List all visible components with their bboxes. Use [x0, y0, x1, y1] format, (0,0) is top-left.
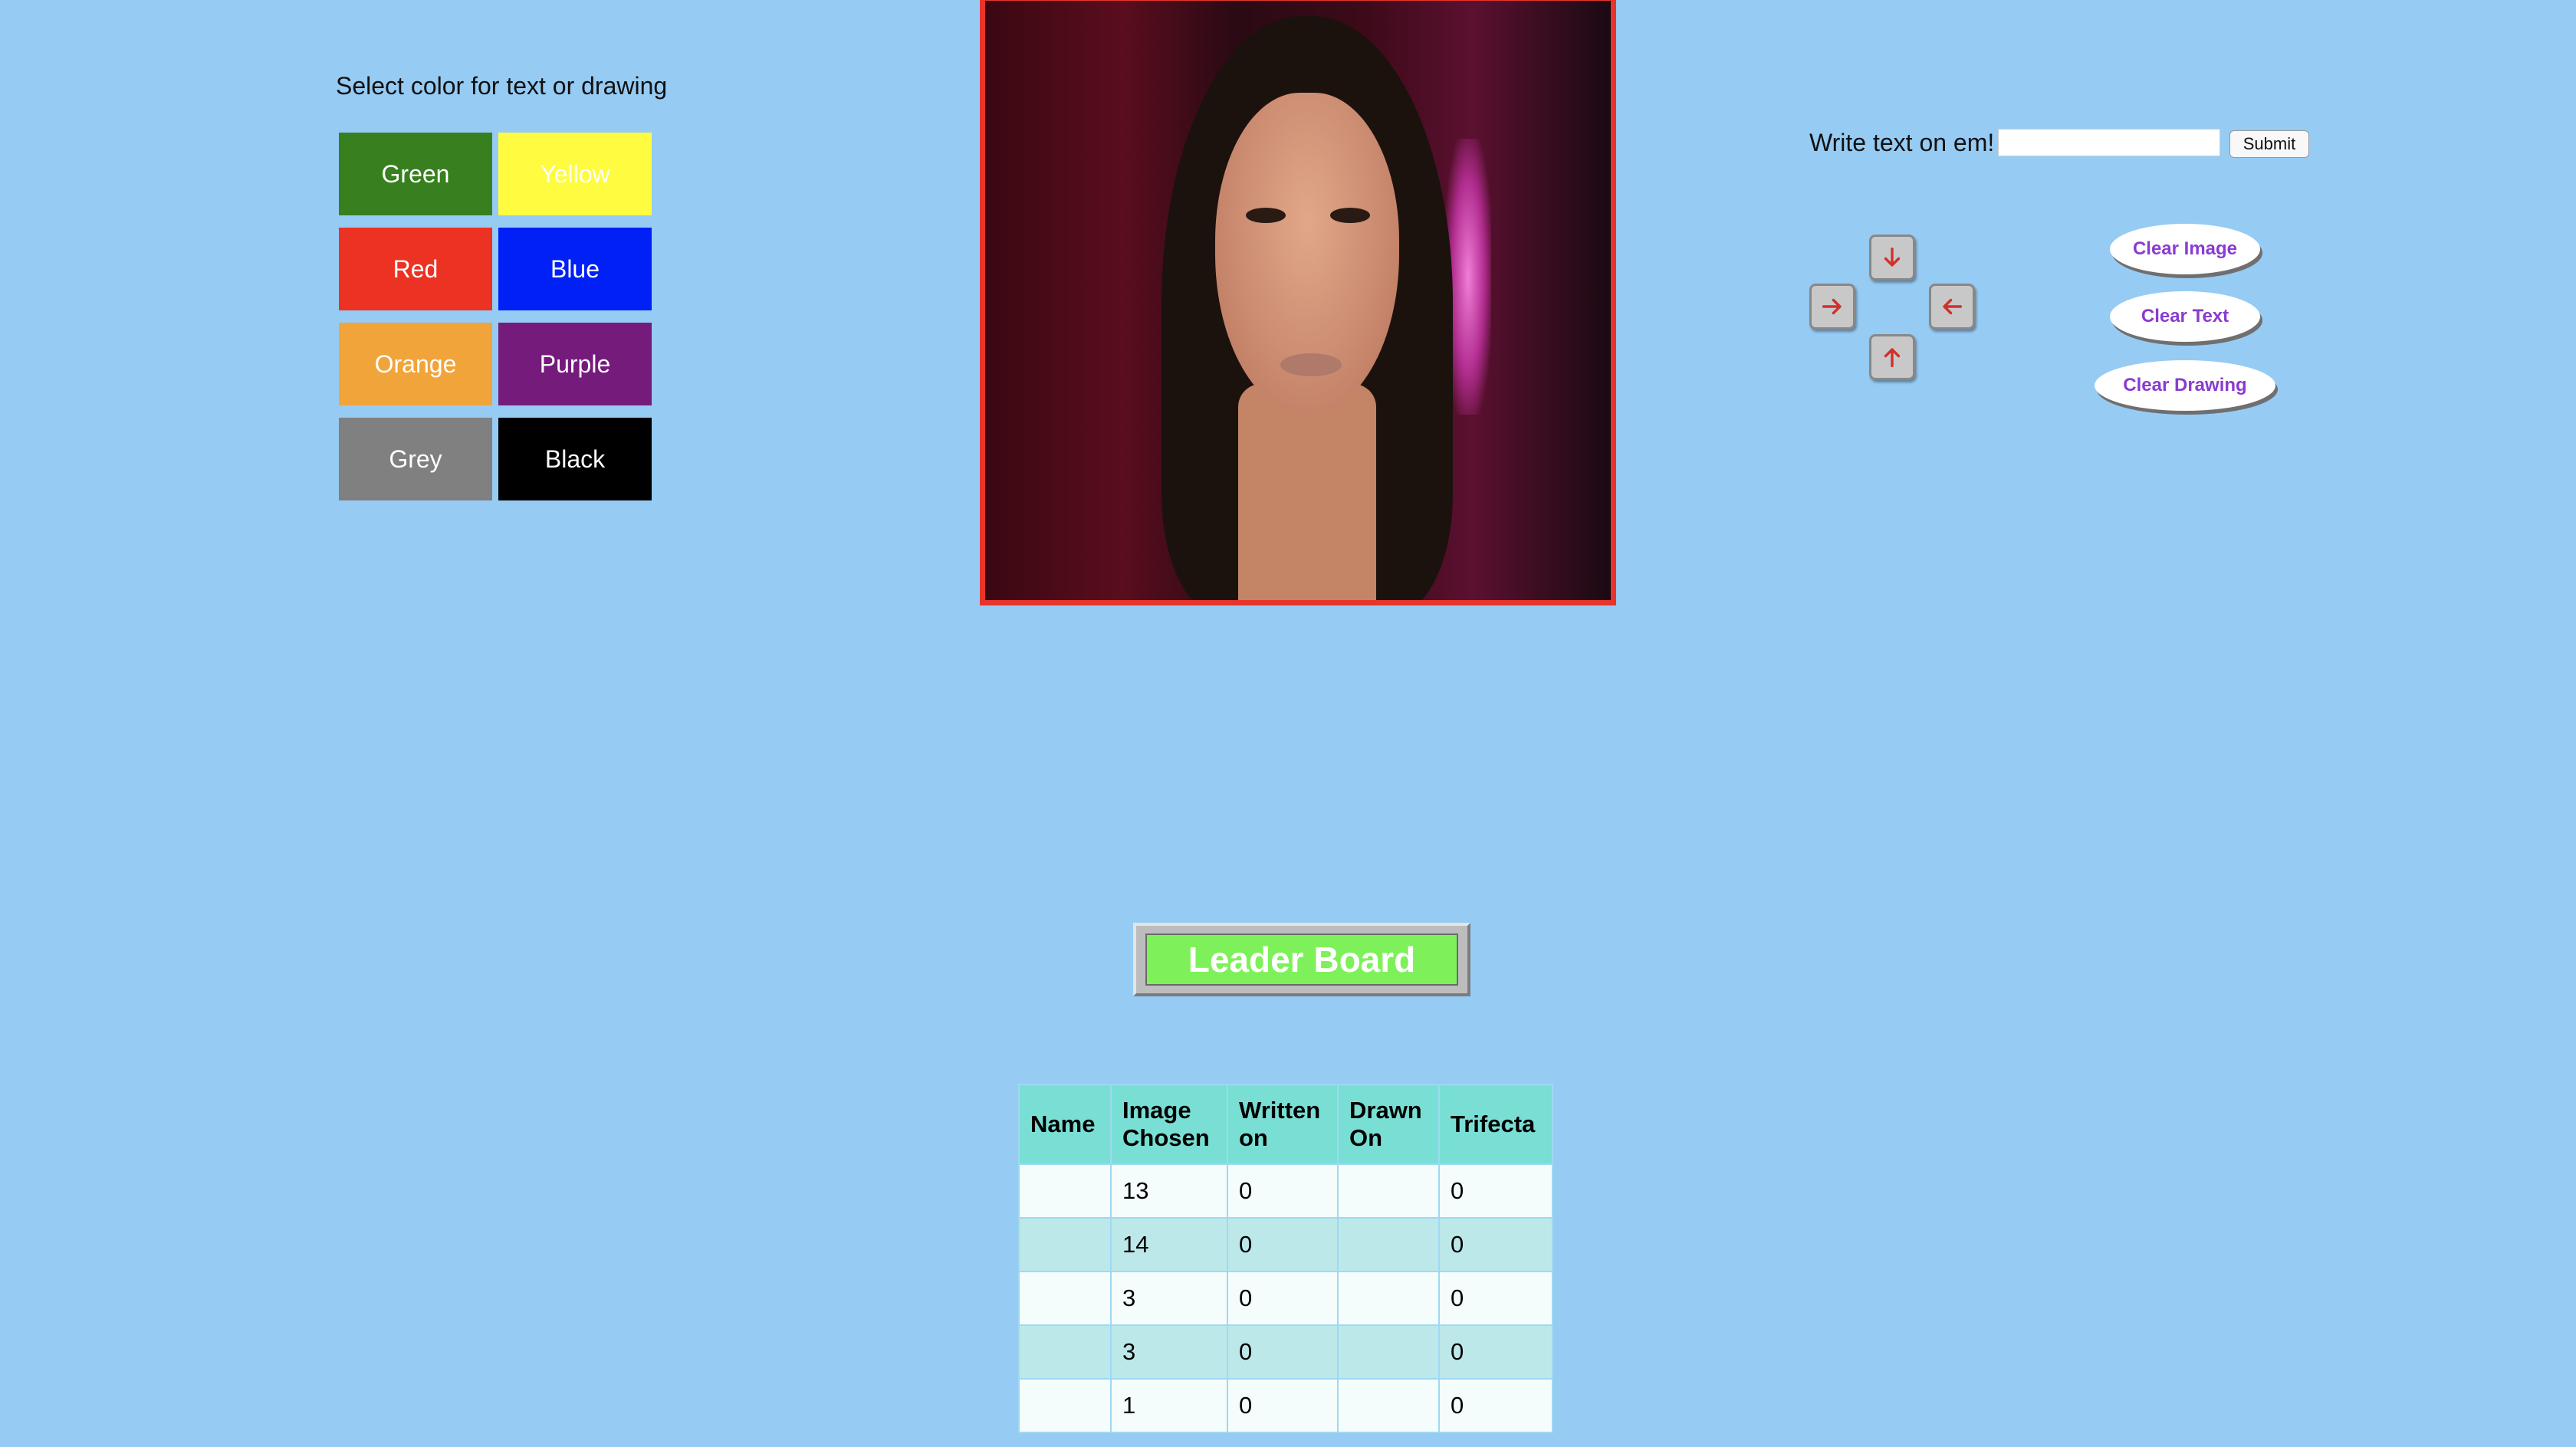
cell-image-chosen: 1	[1110, 1378, 1228, 1433]
table-row: 13 0 0	[1018, 1163, 1553, 1219]
color-swatch-black[interactable]: Black	[498, 418, 652, 500]
arrow-down-icon	[1884, 247, 1901, 267]
swatch-label: Yellow	[540, 159, 610, 188]
cell-written-on: 0	[1227, 1163, 1339, 1219]
cell-trifecta: 0	[1438, 1271, 1553, 1326]
cell-drawn-on	[1337, 1271, 1440, 1326]
portrait-eye	[1330, 208, 1370, 223]
cell-drawn-on	[1337, 1217, 1440, 1272]
column-header-trifecta: Trifecta	[1438, 1084, 1553, 1165]
clear-drawing-button[interactable]: Clear Drawing	[2095, 360, 2275, 411]
column-header-drawn-on: Drawn On	[1337, 1084, 1440, 1165]
move-down-button[interactable]	[1869, 235, 1915, 281]
color-swatch-yellow[interactable]: Yellow	[498, 133, 652, 215]
table-row: 14 0 0	[1018, 1217, 1553, 1272]
swatch-label: Red	[393, 254, 439, 283]
cell-name	[1018, 1163, 1112, 1219]
swatch-label: Black	[544, 445, 606, 473]
column-header-image-chosen: Image Chosen	[1110, 1084, 1228, 1165]
write-text-label: Write text on em!	[1809, 129, 1995, 156]
cell-drawn-on	[1337, 1163, 1440, 1219]
cell-written-on: 0	[1227, 1217, 1339, 1272]
cell-trifecta: 0	[1438, 1163, 1553, 1219]
arrow-up-icon	[1884, 348, 1901, 368]
arrow-right-icon	[1822, 298, 1842, 315]
color-picker-title: Select color for text or drawing	[336, 72, 668, 100]
table-row: 3 0 0	[1018, 1324, 1553, 1380]
cell-drawn-on	[1337, 1324, 1440, 1380]
cell-trifecta: 0	[1438, 1324, 1553, 1380]
table-header-row: Name Image Chosen Written on Drawn On Tr…	[1018, 1084, 1553, 1165]
leader-board-title: Leader Board	[1145, 933, 1458, 986]
move-right-button[interactable]	[1809, 284, 1855, 330]
column-header-written-on: Written on	[1227, 1084, 1339, 1165]
color-swatch-green[interactable]: Green	[339, 133, 492, 215]
move-left-button[interactable]	[1929, 284, 1975, 330]
leader-board-banner: Leader Board	[1133, 923, 1470, 996]
cell-written-on: 0	[1227, 1378, 1339, 1433]
portrait-eye	[1246, 208, 1286, 223]
cell-name	[1018, 1217, 1112, 1272]
column-header-name: Name	[1018, 1084, 1112, 1165]
cell-name	[1018, 1324, 1112, 1380]
color-swatch-grey[interactable]: Grey	[339, 418, 492, 500]
swatch-label: Orange	[374, 349, 457, 378]
cell-trifecta: 0	[1438, 1378, 1553, 1433]
color-swatch-orange[interactable]: Orange	[339, 323, 492, 405]
color-swatch-blue[interactable]: Blue	[498, 228, 652, 310]
cell-image-chosen: 3	[1110, 1324, 1228, 1380]
color-swatch-purple[interactable]: Purple	[498, 323, 652, 405]
table-row: 3 0 0	[1018, 1271, 1553, 1326]
table-row: 1 0 0	[1018, 1378, 1553, 1433]
cell-image-chosen: 13	[1110, 1163, 1228, 1219]
cell-written-on: 0	[1227, 1271, 1339, 1326]
color-swatch-red[interactable]: Red	[339, 228, 492, 310]
cell-drawn-on	[1337, 1378, 1440, 1433]
swatch-label: Grey	[389, 445, 442, 473]
swatch-label: Purple	[539, 349, 611, 378]
leader-board-table: Name Image Chosen Written on Drawn On Tr…	[1018, 1084, 1553, 1433]
clear-text-button[interactable]: Clear Text	[2110, 291, 2260, 342]
arrow-left-icon	[1943, 298, 1963, 315]
portrait-lips	[1280, 353, 1342, 376]
cell-image-chosen: 14	[1110, 1217, 1228, 1272]
cell-name	[1018, 1378, 1112, 1433]
portrait-neck	[1238, 384, 1376, 600]
cell-name	[1018, 1271, 1112, 1326]
move-up-button[interactable]	[1869, 334, 1915, 380]
swatch-label: Blue	[550, 254, 600, 283]
clear-image-button[interactable]: Clear Image	[2110, 224, 2260, 274]
cell-written-on: 0	[1227, 1324, 1339, 1380]
swatch-label: Green	[381, 159, 450, 188]
submit-button[interactable]: Submit	[2229, 130, 2309, 158]
cell-image-chosen: 3	[1110, 1271, 1228, 1326]
text-input[interactable]	[1998, 129, 2220, 156]
cell-trifecta: 0	[1438, 1217, 1553, 1272]
image-canvas[interactable]	[980, 0, 1616, 605]
